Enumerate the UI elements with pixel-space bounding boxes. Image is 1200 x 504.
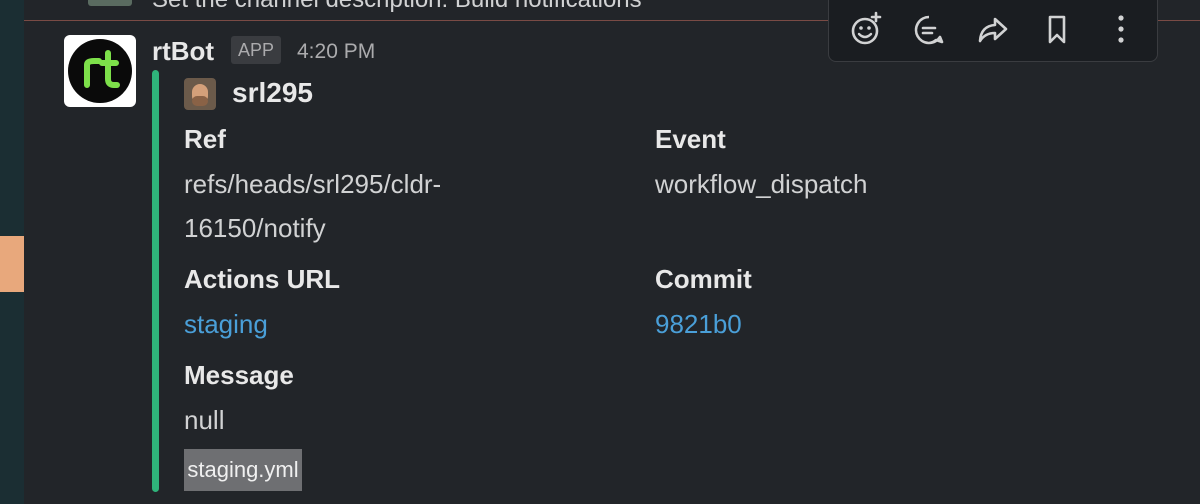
previous-avatar <box>88 0 132 6</box>
attachment-author[interactable]: srl295 <box>232 77 313 109</box>
field-value-ref-line1: refs/heads/srl295/cldr- <box>184 169 442 199</box>
field-title-ref: Ref <box>184 124 226 154</box>
share-icon[interactable] <box>971 7 1015 51</box>
footer-file-chip[interactable]: staging.yml <box>184 449 302 491</box>
rt-logo-icon <box>68 39 132 103</box>
field-title-actions-url: Actions URL <box>184 264 340 294</box>
field-value-ref-line2: 16150/notify <box>184 213 326 243</box>
sender-name[interactable]: rtBot <box>152 36 214 67</box>
attachment-color-bar <box>152 70 159 492</box>
actions-url-link[interactable]: staging <box>184 302 268 346</box>
more-actions-icon[interactable] <box>1099 7 1143 51</box>
unread-marker <box>0 236 24 292</box>
reply-in-thread-icon[interactable] <box>907 7 951 51</box>
field-title-message: Message <box>184 360 294 390</box>
field-value-event: workflow_dispatch <box>655 169 868 199</box>
field-title-commit: Commit <box>655 264 752 294</box>
author-avatar <box>184 78 216 110</box>
field-title-event: Event <box>655 124 726 154</box>
bot-avatar[interactable] <box>64 35 136 107</box>
previous-message-text: Set the channel description: Build notif… <box>152 0 642 14</box>
message-timestamp[interactable]: 4:20 PM <box>297 40 375 64</box>
app-badge: APP <box>231 36 281 64</box>
bookmark-icon[interactable] <box>1035 7 1079 51</box>
add-reaction-icon[interactable] <box>845 7 889 51</box>
left-rail <box>0 0 24 504</box>
field-value-message: null <box>184 405 225 435</box>
message-actions-toolbar <box>828 0 1158 62</box>
commit-link[interactable]: 9821b0 <box>655 302 742 346</box>
